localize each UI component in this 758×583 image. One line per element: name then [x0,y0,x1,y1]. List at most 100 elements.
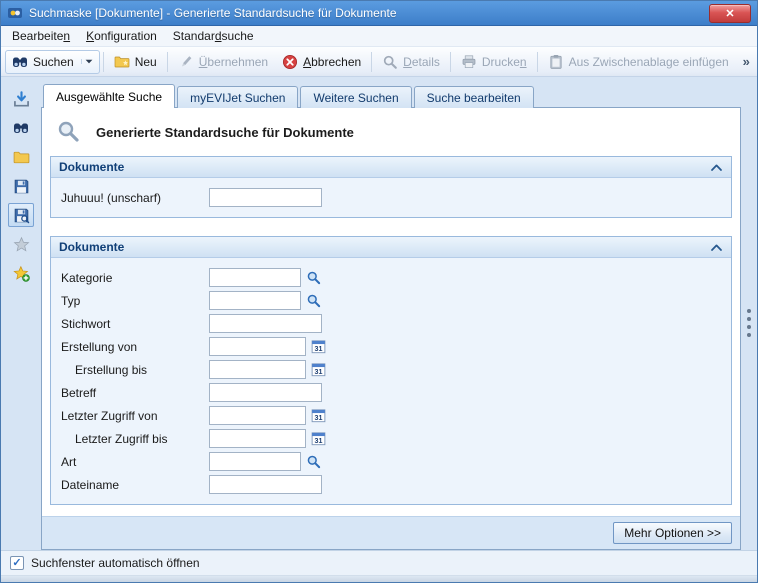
app-icon [7,5,23,21]
letzter-zugriff-von-input[interactable] [209,406,306,425]
auto-open-checkbox[interactable]: ✓ [10,556,24,570]
check-mark-icon: ✓ [12,558,21,569]
kategorie-input[interactable] [209,268,301,287]
svg-text:31: 31 [314,414,322,422]
stichwort-input[interactable] [209,314,322,333]
side-button-save[interactable] [8,174,34,198]
page-heading-row: Generierte Standardsuche für Dokumente [42,108,740,156]
groups-container: Dokumente Juhuuu! (unscharf) Dokumente Kate… [42,156,740,505]
field-row-juhuuu-unscharf: Juhuuu! (unscharf) [61,186,721,209]
close-button[interactable]: ✕ [709,4,751,23]
side-button-folder[interactable] [8,145,34,169]
group-title: Dokumente [59,160,124,174]
uebernehmen-icon [178,54,194,70]
menu-item-konfiguration[interactable]: Konfiguration [78,26,165,46]
side-button-add-favorite[interactable] [8,261,34,285]
grip-dot [747,309,751,313]
side-button-save-search[interactable] [8,203,34,227]
field-label: Betreff [61,386,209,400]
field-label: Erstellung von [61,340,209,354]
field-label: Letzter Zugriff von [61,409,209,423]
group-body: Juhuuu! (unscharf) [51,178,731,217]
tab-bar: Ausgewählte SuchemyEVIJet SuchenWeitere … [41,83,741,107]
search-magnifier-icon [56,119,80,146]
group-body: KategorieTypStichwortErstellung von31Ers… [51,258,731,504]
field-label: Typ [61,294,209,308]
letzter-zugriff-bis-date-picker-button[interactable]: 31 [308,429,328,449]
panel-footer: Mehr Optionen >> [42,516,740,549]
field-row-art: Art [61,450,721,473]
juhuuu-unscharf-input[interactable] [209,188,322,207]
tab-myevijet-suchen[interactable]: myEVIJet Suchen [177,86,298,108]
menu-item-bearbeiten[interactable]: Bearbeiten [4,26,78,46]
aus-zwischenablage-einfuegen-icon [548,54,564,70]
toolbar-button-suchen[interactable]: Suchen [5,50,100,74]
auto-open-label: Suchfenster automatisch öffnen [31,556,200,570]
field-label: Kategorie [61,271,209,285]
toolbar-button-label: Übernehmen [199,55,268,69]
binoculars-icon [13,120,29,136]
erstellung-von-date-picker-button[interactable]: 31 [308,337,328,357]
group-header-2[interactable]: Dokumente [51,237,731,258]
field-row-letzter-zugriff-bis: Letzter Zugriff bis31 [61,427,721,450]
details-icon [382,54,398,70]
erstellung-bis-date-picker-button[interactable]: 31 [308,360,328,380]
drucken-icon [461,54,477,70]
collapse-chevron-icon[interactable] [710,163,723,172]
window-title: Suchmaske [Dokumente] - Generierte Stand… [29,6,397,20]
side-button-favorite[interactable] [8,232,34,256]
letzter-zugriff-von-date-picker-button[interactable]: 31 [308,406,328,426]
toolbar-button-abbrechen[interactable]: Abbrechen [275,50,368,74]
window-bottom-edge [1,575,757,582]
content-area: Ausgewählte SuchemyEVIJet SuchenWeitere … [41,77,741,550]
field-row-typ: Typ [61,289,721,312]
dropdown-arrow-icon[interactable] [81,59,93,64]
save-icon [13,178,30,195]
abbrechen-icon [282,54,298,70]
tab-ausgewaehlte-suche[interactable]: Ausgewählte Suche [43,84,175,108]
tab-weitere-suchen[interactable]: Weitere Suchen [300,86,411,108]
dateiname-input[interactable] [209,475,322,494]
field-label: Art [61,455,209,469]
field-row-kategorie: Kategorie [61,266,721,289]
erstellung-von-input[interactable] [209,337,306,356]
toolbar-separator [167,52,168,72]
collapse-chevron-icon[interactable] [710,243,723,252]
folder-icon [13,149,30,166]
svg-text:31: 31 [314,368,322,376]
more-options-button[interactable]: Mehr Optionen >> [613,522,732,544]
field-row-dateiname: Dateiname [61,473,721,496]
svg-text:31: 31 [314,345,322,353]
tab-suche-bearbeiten[interactable]: Suche bearbeiten [414,86,534,108]
status-bar: ✓ Suchfenster automatisch öffnen [1,550,757,575]
menu-bar: BearbeitenKonfigurationStandardsuche [1,26,757,47]
kategorie-lookup-button[interactable] [303,268,323,288]
letzter-zugriff-bis-input[interactable] [209,429,306,448]
toolbar-button-label: Neu [135,55,157,69]
toolbar-button-drucken: Drucken [454,50,534,74]
save-search-icon [13,207,30,224]
typ-input[interactable] [209,291,301,310]
grip-dot [747,317,751,321]
group-header-1[interactable]: Dokumente [51,157,731,178]
side-button-open-search[interactable] [8,87,34,111]
magnifier-icon [306,270,321,285]
calendar-icon: 31 [311,339,326,354]
field-row-letzter-zugriff-von: Letzter Zugriff von 31 [61,404,721,427]
art-lookup-button[interactable] [303,452,323,472]
art-input[interactable] [209,452,301,471]
grip-dot [747,325,751,329]
window-body: Ausgewählte SuchemyEVIJet SuchenWeitere … [1,77,757,550]
betreff-input[interactable] [209,383,322,402]
panel-splitter[interactable] [745,305,753,341]
toolbar-overflow-button[interactable]: » [736,54,757,69]
field-label: Dateiname [61,478,209,492]
toolbar-separator [371,52,372,72]
side-button-find[interactable] [8,116,34,140]
typ-lookup-button[interactable] [303,291,323,311]
erstellung-bis-input[interactable] [209,360,306,379]
menu-item-standardsuche[interactable]: Standardsuche [165,26,262,46]
toolbar-button-neu[interactable]: Neu [107,50,164,74]
grip-dot [747,333,751,337]
calendar-icon: 31 [311,408,326,423]
